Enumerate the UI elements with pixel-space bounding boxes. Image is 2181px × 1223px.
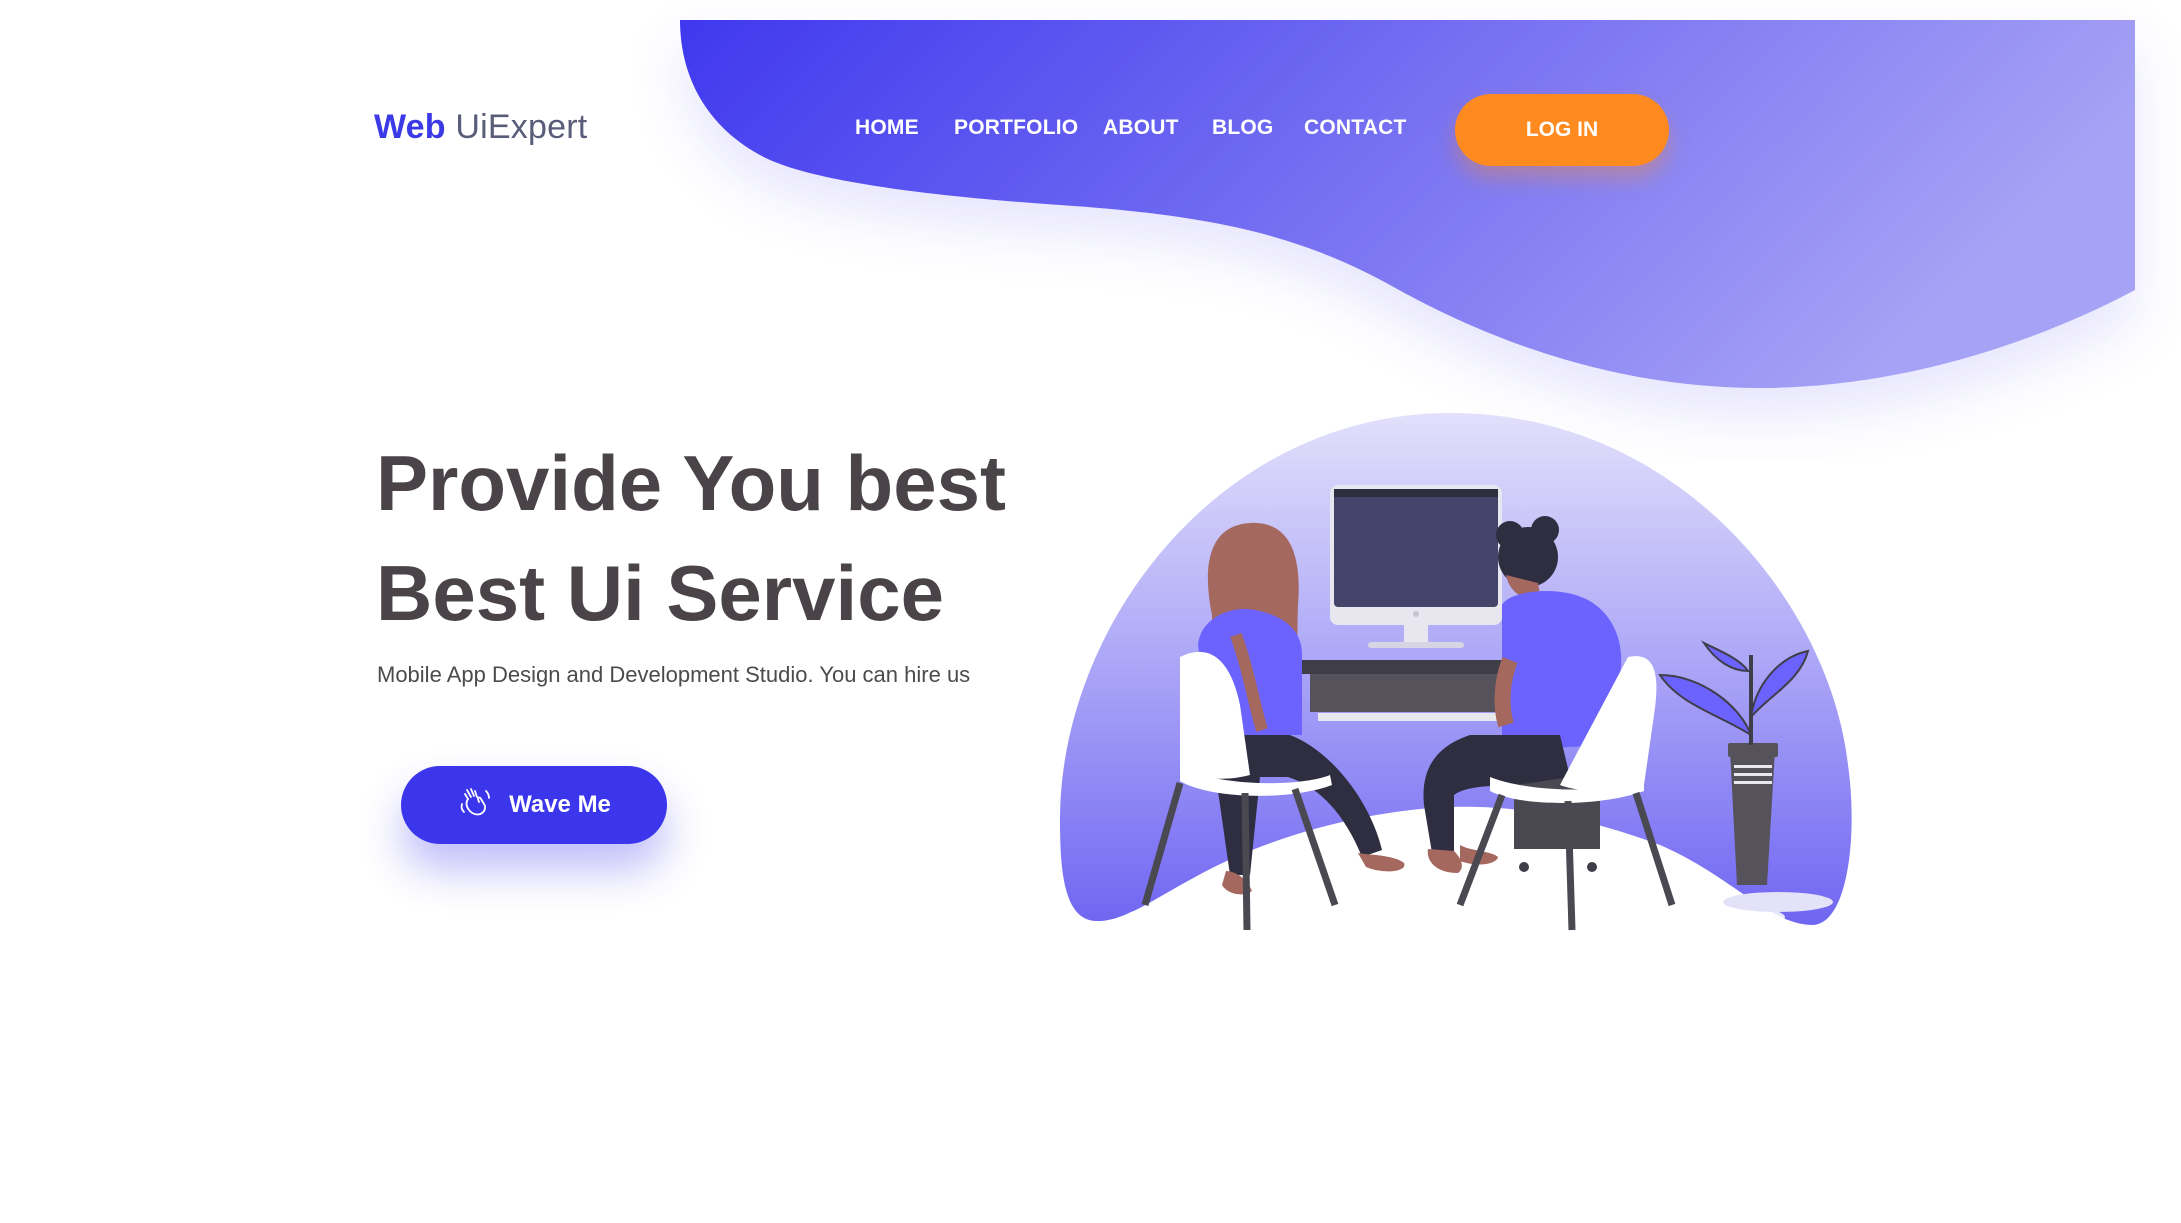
nav-item-blog[interactable]: BLOG	[1212, 116, 1273, 140]
team-at-computer-illustration	[1060, 413, 1852, 943]
nav-item-contact[interactable]: CONTACT	[1304, 116, 1407, 140]
nav-item-portfolio[interactable]: PORTFOLIO	[954, 116, 1078, 140]
waving-hand-icon	[457, 785, 493, 826]
hero-title: Provide You best Best Ui Service	[376, 428, 1006, 648]
login-button[interactable]: LOG IN	[1455, 94, 1669, 166]
brand-logo[interactable]: Web UiExpert	[374, 108, 587, 147]
wave-me-label: Wave Me	[509, 791, 611, 818]
landing-page: Web UiExpert HOME PORTFOLIO ABOUT BLOG C…	[0, 0, 2181, 1223]
hero-subtitle: Mobile App Design and Development Studio…	[377, 662, 971, 687]
brand-logo-primary: Web	[374, 108, 446, 146]
hero-title-line-1: Provide You best	[376, 439, 1006, 527]
brand-logo-secondary: UiExpert	[445, 108, 588, 146]
header-wave-background	[680, 20, 2135, 388]
nav-item-about[interactable]: ABOUT	[1103, 116, 1179, 140]
hero-title-line-2: Best Ui Service	[376, 549, 944, 637]
nav-item-home[interactable]: HOME	[855, 116, 919, 140]
wave-me-button[interactable]: Wave Me	[401, 766, 667, 844]
